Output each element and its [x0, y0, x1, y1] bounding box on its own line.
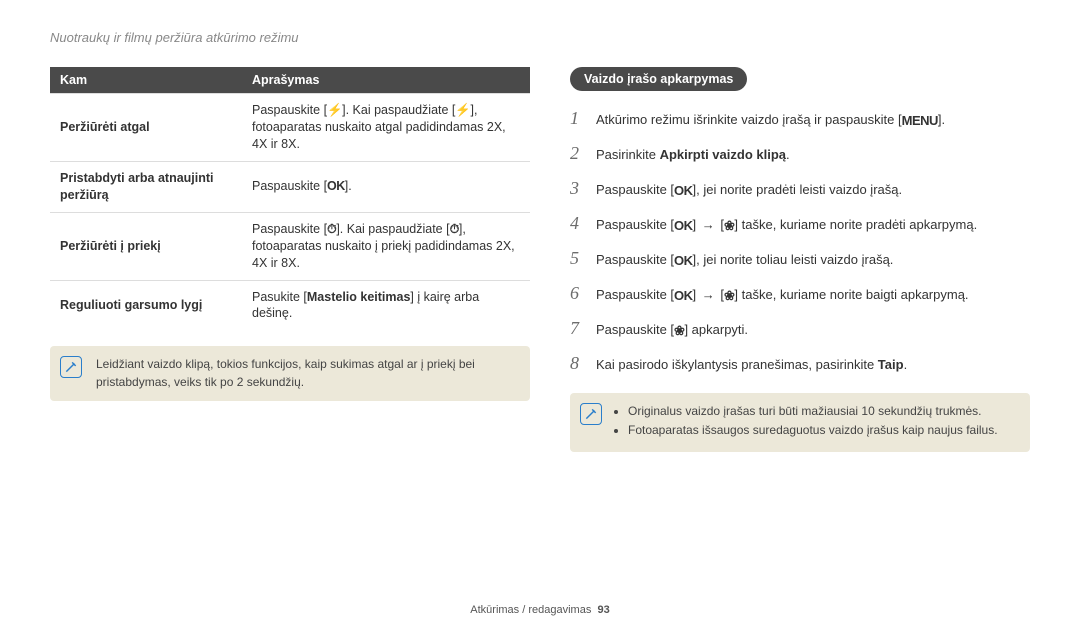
timer-icon: ⏱: [327, 221, 336, 238]
ok-icon: OK: [674, 251, 693, 271]
ok-icon: OK: [674, 181, 693, 201]
table-row: Pristabdyti arba atnaujinti peržiūrąPasp…: [50, 161, 530, 212]
note-item: Fotoaparatas išsaugos suredaguotus vaizd…: [628, 422, 1018, 439]
step-text: Paspauskite [OK] → [❀] taške, kuriame no…: [596, 215, 1030, 235]
step-text: Paspauskite [OK] → [❀] taške, kuriame no…: [596, 285, 1030, 305]
table-key: Peržiūrėti į priekį: [50, 212, 242, 280]
step-number: 1: [570, 105, 586, 132]
step-number: 8: [570, 350, 586, 377]
ok-icon: OK: [674, 216, 693, 236]
right-heading: Vaizdo įrašo apkarpymas: [570, 67, 747, 91]
step-item: 7 Paspauskite [❀] apkarpyti.: [570, 315, 1030, 342]
step-item: 5 Paspauskite [OK], jei norite toliau lei…: [570, 245, 1030, 272]
step-item: 4 Paspauskite [OK] → [❀] taške, kuriame n…: [570, 210, 1030, 237]
step-text: Paspauskite [OK], jei norite pradėti lei…: [596, 180, 1030, 200]
step-number: 6: [570, 280, 586, 307]
table-key: Peržiūrėti atgal: [50, 94, 242, 162]
macro-icon: ❀: [724, 216, 734, 236]
note-right: Originalus vaizdo įrašas turi būti mažia…: [570, 393, 1030, 452]
note-left: Leidžiant vaizdo klipą, tokios funkcijos…: [50, 346, 530, 401]
left-column: Kam Aprašymas Peržiūrėti atgalPaspauskit…: [50, 67, 530, 452]
table-head-col2: Aprašymas: [242, 67, 530, 94]
step-text: Paspauskite [OK], jei norite toliau leis…: [596, 250, 1030, 270]
right-column: Vaizdo įrašo apkarpymas 1 Atkūrimo režimu…: [570, 67, 1030, 452]
table-head-col1: Kam: [50, 67, 242, 94]
page-footer: Atkūrimas / redagavimas 93: [0, 604, 1080, 616]
note-icon: [580, 403, 602, 425]
step-text: Atkūrimo režimu išrinkite vaizdo įrašą i…: [596, 110, 1030, 130]
section-title: Nuotraukų ir filmų peržiūra atkūrimo rež…: [50, 30, 1030, 45]
step-number: 2: [570, 140, 586, 167]
step-number: 7: [570, 315, 586, 342]
note-item: Originalus vaizdo įrašas turi būti mažia…: [628, 403, 1018, 420]
table-row: Peržiūrėti atgalPaspauskite [⚡]. Kai pas…: [50, 94, 530, 162]
step-number: 3: [570, 175, 586, 202]
macro-icon: ❀: [724, 286, 734, 306]
step-number: 5: [570, 245, 586, 272]
table-row: Peržiūrėti į priekįPaspauskite [⏱]. Kai …: [50, 212, 530, 280]
ok-icon: OK: [674, 286, 693, 306]
table-desc: Paspauskite [⏱]. Kai paspaudžiate [⏱], f…: [242, 212, 530, 280]
step-text: Pasirinkite Apkirpti vaizdo klipą.: [596, 145, 1030, 165]
macro-icon: ❀: [674, 321, 684, 341]
table-desc: Paspauskite [OK].: [242, 161, 530, 212]
flash-icon: ⚡: [327, 102, 342, 119]
ok-icon: OK: [327, 178, 345, 195]
arrow-icon: →: [700, 287, 717, 302]
step-number: 4: [570, 210, 586, 237]
step-item: 6 Paspauskite [OK] → [❀] taške, kuriame n…: [570, 280, 1030, 307]
steps-list: 1 Atkūrimo režimu išrinkite vaizdo įrašą …: [570, 105, 1030, 377]
note-left-text: Leidžiant vaizdo klipą, tokios funkcijos…: [96, 357, 475, 388]
step-text: Kai pasirodo iškylantysis pranešimas, pa…: [596, 355, 1030, 375]
table-key: Pristabdyti arba atnaujinti peržiūrą: [50, 161, 242, 212]
table-desc: Paspauskite [⚡]. Kai paspaudžiate [⚡], f…: [242, 94, 530, 162]
menu-icon: MENU: [902, 111, 938, 131]
step-item: 1 Atkūrimo režimu išrinkite vaizdo įrašą …: [570, 105, 1030, 132]
timer-icon: ⏱: [450, 221, 459, 238]
table-desc: Pasukite [Mastelio keitimas] į kairę arb…: [242, 280, 530, 330]
controls-table: Kam Aprašymas Peržiūrėti atgalPaspauskit…: [50, 67, 530, 330]
table-key: Reguliuoti garsumo lygį: [50, 280, 242, 330]
arrow-icon: →: [700, 217, 717, 232]
step-item: 8 Kai pasirodo iškylantysis pranešimas, p…: [570, 350, 1030, 377]
step-item: 2 Pasirinkite Apkirpti vaizdo klipą.: [570, 140, 1030, 167]
step-item: 3 Paspauskite [OK], jei norite pradėti le…: [570, 175, 1030, 202]
note-icon: [60, 356, 82, 378]
step-text: Paspauskite [❀] apkarpyti.: [596, 320, 1030, 340]
table-row: Reguliuoti garsumo lygįPasukite [Masteli…: [50, 280, 530, 330]
flash-icon: ⚡: [455, 102, 470, 119]
